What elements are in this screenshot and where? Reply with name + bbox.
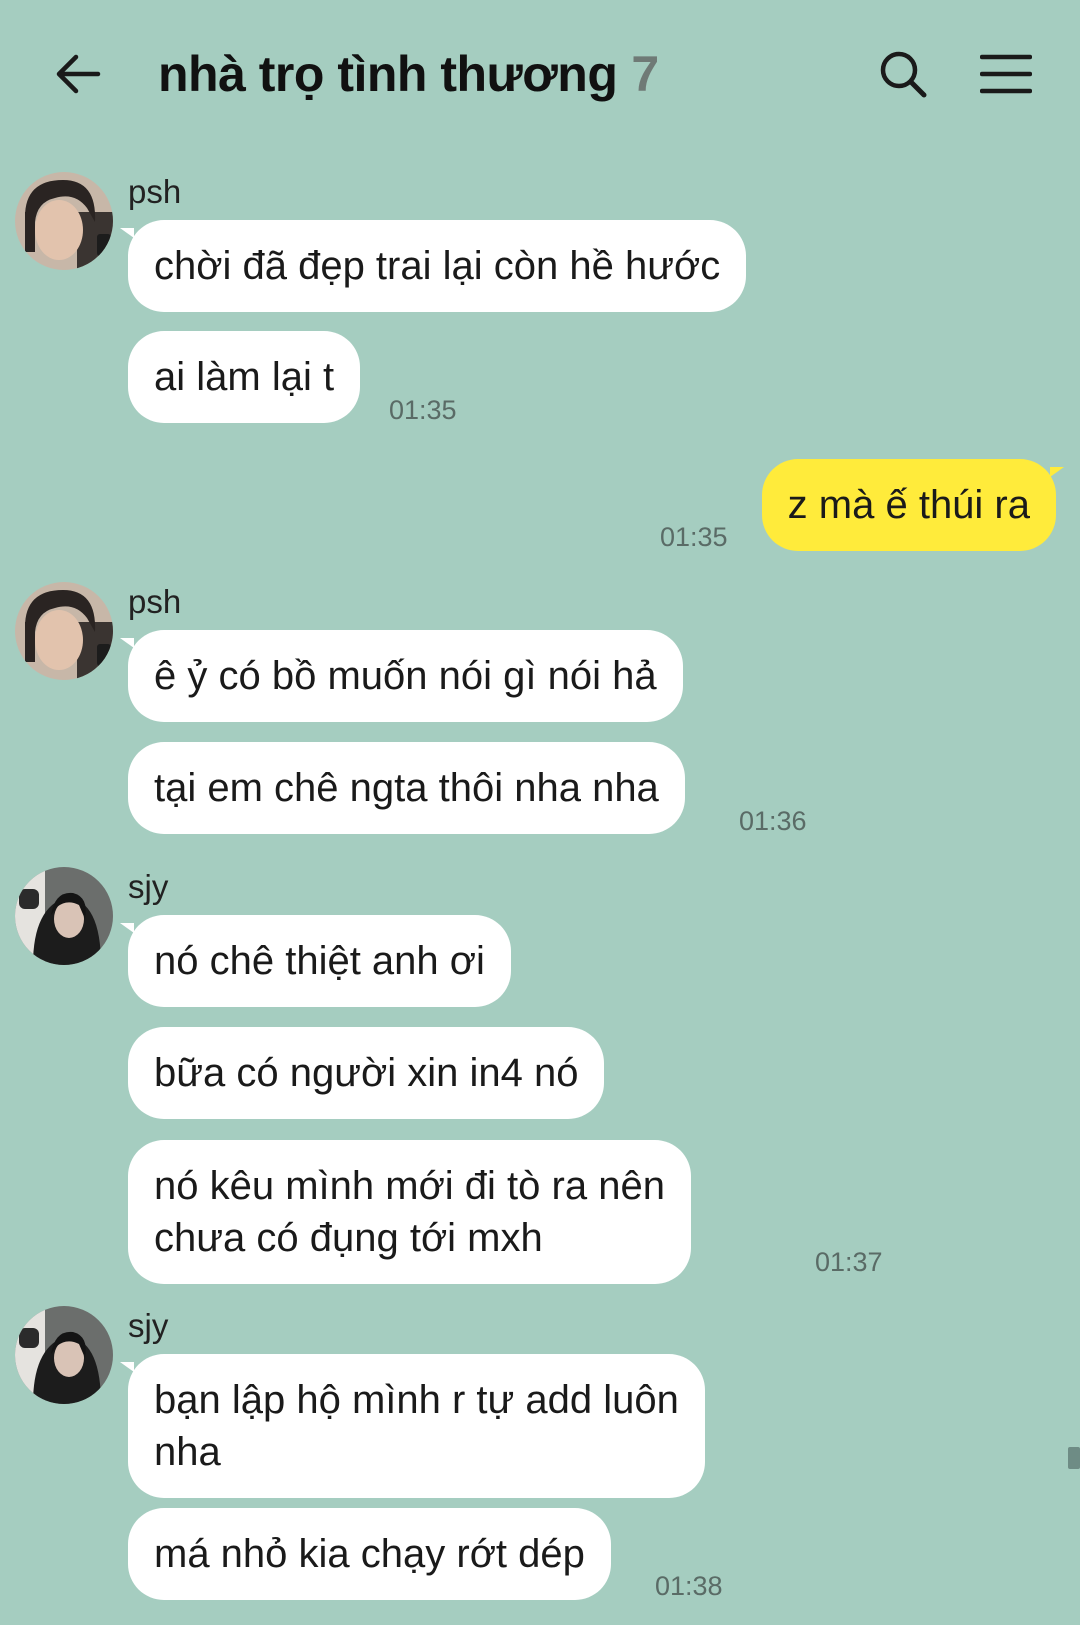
chat-header: nhà trọ tình thương 7 bbox=[0, 0, 1080, 150]
search-icon bbox=[880, 51, 927, 98]
message-timestamp: 01:36 bbox=[739, 806, 807, 836]
message-bubble[interactable]: bạn lập hộ mình r tự add luôn nha bbox=[120, 1354, 705, 1498]
menu-button[interactable] bbox=[978, 46, 1034, 102]
avatar-sjy[interactable] bbox=[15, 1306, 113, 1404]
message-timestamp: 01:38 bbox=[655, 1571, 723, 1601]
message-bubble[interactable]: nó chê thiệt anh ơi bbox=[120, 915, 511, 1007]
avatar-sjy[interactable] bbox=[15, 867, 113, 965]
message-bubble[interactable]: chời đã đẹp trai lại còn hề hước bbox=[119, 220, 747, 312]
message-bubble[interactable]: nó kêu mình mới đi tò ra nên chưa có đụn… bbox=[128, 1140, 691, 1284]
avatar-psh[interactable] bbox=[15, 172, 113, 270]
menu-icon bbox=[980, 54, 1032, 94]
my-message-bubble[interactable]: z mà ế thúi ra bbox=[761, 459, 1065, 551]
member-count: 7 bbox=[631, 46, 660, 102]
message-bubble[interactable]: bữa có người xin in4 nó bbox=[128, 1027, 605, 1119]
message-timestamp: 01:35 bbox=[389, 395, 457, 425]
sender-name: psh bbox=[128, 583, 182, 620]
chat-title: nhà trọ tình thương bbox=[158, 46, 618, 102]
sender-name: psh bbox=[128, 173, 182, 210]
message-bubble[interactable]: má nhỏ kia chạy rớt dép bbox=[128, 1508, 611, 1600]
sender-name: sjy bbox=[128, 1307, 169, 1344]
search-button[interactable] bbox=[875, 46, 931, 102]
message-timestamp: 01:37 bbox=[815, 1247, 883, 1277]
message-timestamp: 01:35 bbox=[660, 522, 728, 552]
message-bubble[interactable]: tại em chê ngta thôi nha nha bbox=[128, 742, 685, 834]
avatar-psh[interactable] bbox=[15, 582, 113, 680]
back-button[interactable] bbox=[50, 48, 106, 100]
arrow-left-icon bbox=[56, 54, 101, 94]
chat-title-area[interactable]: nhà trọ tình thương 7 bbox=[158, 42, 659, 106]
message-bubble[interactable]: ê ỷ có bồ muốn nói gì nói hả bbox=[120, 630, 683, 722]
scroll-indicator[interactable] bbox=[1068, 1447, 1080, 1469]
sender-name: sjy bbox=[128, 868, 169, 905]
message-bubble[interactable]: ai làm lại t bbox=[128, 331, 361, 423]
